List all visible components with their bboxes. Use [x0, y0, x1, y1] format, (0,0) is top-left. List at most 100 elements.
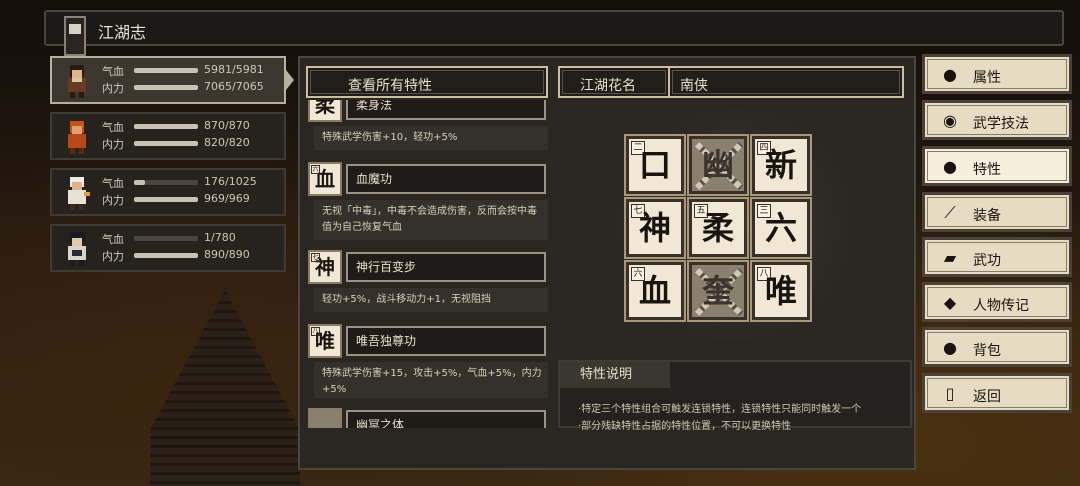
door-icon: ▯: [945, 384, 955, 403]
menu-label: 属性: [973, 70, 1001, 86]
trait-list[interactable]: 柔 柔身法 特殊武学伤害+10，轻功+5% 六血 血魔功 无视「中毒」，中毒不会…: [306, 100, 548, 428]
nickname-value-box[interactable]: 南侠: [668, 66, 904, 98]
mp-label: 内力: [102, 250, 124, 263]
menu-attributes-button[interactable]: ● 属性: [922, 54, 1072, 94]
trait-description: 特殊武学伤害+15，攻击+5%，气血+5%，内力+5%: [314, 362, 548, 398]
board-tile[interactable]: 二口: [624, 134, 686, 196]
menu-label: 武功: [973, 253, 1001, 269]
trait-info-title: 特性说明: [560, 362, 670, 388]
menu-label: 返回: [973, 389, 1001, 405]
view-all-traits-button[interactable]: 查看所有特性: [306, 66, 548, 98]
trait-name: 柔身法: [346, 100, 546, 120]
board-tile[interactable]: 七神: [624, 197, 686, 259]
trait-info-line: ·特定三个特性组合可触发连锁特性，连锁特性只能同时触发一个: [578, 404, 862, 415]
tile-char: 六: [764, 209, 797, 247]
board-tile[interactable]: 八唯: [750, 260, 812, 322]
hp-value: 176/1025: [204, 175, 257, 188]
tile-char: 血: [638, 272, 671, 310]
mp-label: 内力: [102, 82, 124, 95]
trait-name: 幽冥之体: [346, 410, 546, 428]
mp-value: 820/820: [204, 136, 250, 149]
hp-bar: [134, 236, 198, 241]
bag-icon: ●: [943, 338, 957, 357]
character-card-3[interactable]: 气血 176/1025 内力 969/969: [50, 168, 286, 216]
mp-fill: [134, 141, 198, 146]
title-bar: 江湖志: [44, 10, 1064, 56]
trait-icon-wei: 八唯: [308, 324, 342, 358]
mp-fill: [134, 197, 198, 202]
character-avatar: [68, 65, 86, 98]
trait-name: 神行百变步: [346, 252, 546, 282]
page-title: 江湖志: [98, 23, 147, 42]
trait-item[interactable]: 八唯 唯吾独尊功: [306, 324, 546, 358]
mp-bar: [134, 197, 198, 202]
board-tile[interactable]: 五柔: [687, 197, 749, 259]
board-tile-locked[interactable]: 奎: [687, 260, 749, 322]
menu-back-button[interactable]: ▯ 返回: [922, 373, 1072, 413]
person-icon: ●: [943, 65, 957, 84]
menu-label: 装备: [973, 208, 1001, 224]
hp-label: 气血: [102, 121, 124, 134]
trait-icon-xue: 六血: [308, 162, 342, 196]
character-card-1[interactable]: 气血 5981/5981 内力 7065/7065: [50, 56, 286, 104]
selected-arrow-icon: [286, 70, 294, 90]
character-card-2[interactable]: 气血 870/870 内力 820/820: [50, 112, 286, 160]
menu-martial-skills-button[interactable]: ◉ 武学技法: [922, 100, 1072, 140]
sword-icon: ⟋: [944, 203, 956, 222]
character-card-4[interactable]: 气血 1/780 内力 890/890: [50, 224, 286, 272]
biography-icon: ◆: [943, 293, 957, 312]
hp-bar: [134, 68, 198, 73]
tile-char: 幽: [701, 146, 734, 184]
hp-label: 气血: [102, 233, 124, 246]
hp-fill: [134, 180, 145, 185]
tile-char: 奎: [701, 272, 734, 310]
menu-kungfu-button[interactable]: ▰ 武功: [922, 237, 1072, 277]
mp-value: 969/969: [204, 192, 250, 205]
view-all-traits-label: 查看所有特性: [348, 78, 432, 94]
board-tile[interactable]: 四新: [750, 134, 812, 196]
trait-item[interactable]: 六血 血魔功: [306, 162, 546, 196]
tile-char: 唯: [764, 272, 797, 310]
trait-name: 血魔功: [346, 164, 546, 194]
hp-label: 气血: [102, 65, 124, 78]
tile-char: 口: [638, 146, 671, 184]
trait-rank-tag: 八: [311, 327, 320, 336]
mp-bar: [134, 253, 198, 258]
mp-label: 内力: [102, 138, 124, 151]
trait-item[interactable]: 幽冥之体: [306, 408, 546, 428]
mp-bar: [134, 141, 198, 146]
trait-item[interactable]: 七神 神行百变步: [306, 250, 546, 284]
book-icon: [64, 16, 86, 56]
martial-icon: ◉: [943, 111, 957, 130]
board-tile-locked[interactable]: 幽: [687, 134, 749, 196]
hp-value: 5981/5981: [204, 63, 264, 76]
trait-item[interactable]: 柔 柔身法: [306, 100, 546, 122]
trait-name: 唯吾独尊功: [346, 326, 546, 356]
menu-bag-button[interactable]: ● 背包: [922, 327, 1072, 367]
menu-label: 武学技法: [973, 116, 1029, 132]
character-avatar: [68, 177, 90, 210]
hp-bar: [134, 124, 198, 129]
hp-fill: [134, 124, 198, 129]
trait-icon-shen: 七神: [308, 250, 342, 284]
hp-value: 870/870: [204, 119, 250, 132]
menu-biography-button[interactable]: ◆ 人物传记: [922, 282, 1072, 322]
nickname-label: 江湖花名: [580, 78, 636, 94]
board-tile[interactable]: 六血: [624, 260, 686, 322]
tile-char: 神: [638, 209, 671, 247]
trait-description: 特殊武学伤害+10，轻功+5%: [314, 126, 548, 150]
mp-label: 内力: [102, 194, 124, 207]
tile-char: 新: [764, 146, 797, 184]
hp-label: 气血: [102, 177, 124, 190]
trait-icon: ●: [943, 157, 957, 176]
trait-description: 无视「中毒」，中毒不会造成伤害，反而会按中毒值为自己恢复气血: [314, 200, 548, 240]
trait-rank-tag: 六: [311, 165, 320, 174]
board-tile[interactable]: 三六: [750, 197, 812, 259]
mp-fill: [134, 253, 198, 258]
character-avatar: [68, 232, 86, 266]
menu-equipment-button[interactable]: ⟋ 装备: [922, 192, 1072, 232]
mp-value: 7065/7065: [204, 80, 264, 93]
tile-char: 柔: [701, 209, 734, 247]
menu-traits-button[interactable]: ● 特性: [922, 146, 1072, 186]
trait-icon-rou: 柔: [308, 100, 342, 122]
